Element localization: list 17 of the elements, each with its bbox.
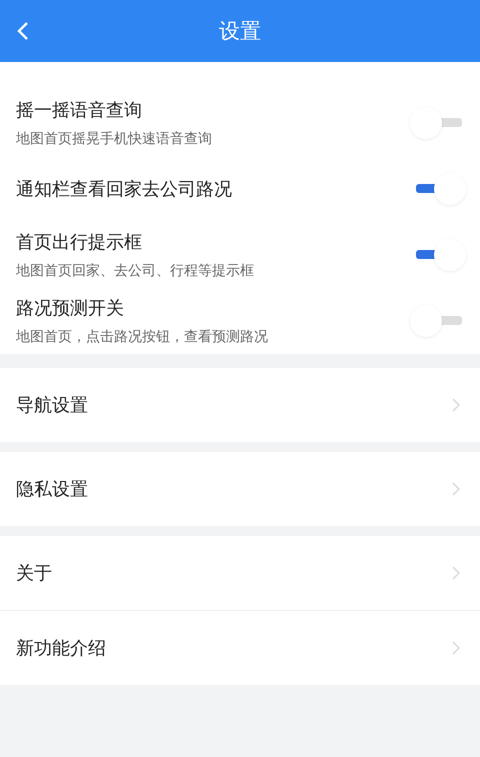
setting-title: 通知栏查看回家去公司路况 <box>16 178 232 201</box>
back-icon[interactable] <box>17 21 29 41</box>
setting-description: 地图首页，点击路况按钮，查看预测路况 <box>16 328 268 346</box>
page-title: 设置 <box>219 18 261 45</box>
chevron-icon <box>452 482 460 496</box>
setting-description: 地图首页回家、去公司、行程等提示框 <box>16 262 254 280</box>
setting-title: 路况预测开关 <box>16 297 125 320</box>
setting-title: 首页出行提示框 <box>16 231 143 254</box>
menu-item[interactable]: 隐私设置 <box>0 452 480 526</box>
setting-title: 摇一摇语音查询 <box>16 99 143 122</box>
menu-item[interactable]: 导航设置 <box>0 368 480 442</box>
setting-description: 地图首页摇晃手机快速语音查询 <box>16 130 212 148</box>
chevron-icon <box>452 641 460 655</box>
menu-item[interactable]: 关于 <box>0 536 480 611</box>
menu-item[interactable]: 新功能介绍 <box>0 611 480 685</box>
chevron-icon <box>452 398 460 412</box>
chevron-icon <box>452 566 460 580</box>
